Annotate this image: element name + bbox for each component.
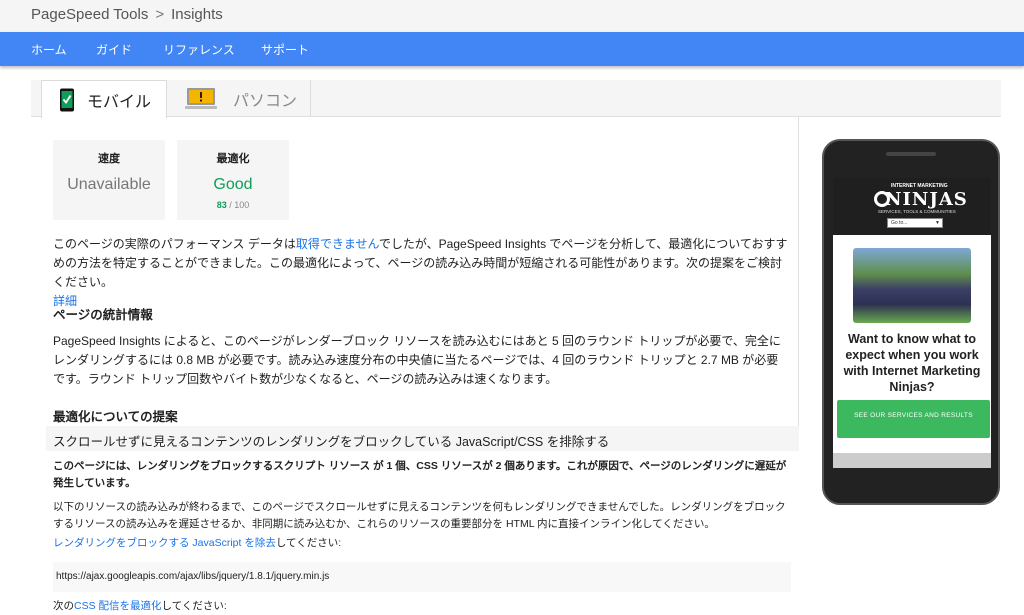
preview-headline: Want to know what to expect when you wor… [843, 332, 981, 394]
css-instruction: 次のCSS 配信を最適化してください: [53, 598, 793, 615]
preview-goto-label: Go to... [891, 220, 908, 226]
rule-block: スクロールせずに見えるコンテンツのレンダリングをブロックしている JavaScr… [46, 426, 799, 612]
optimization-score-max: / 100 [226, 200, 250, 210]
js-resource-url: https://ajax.googleapis.com/ajax/libs/jq… [53, 562, 791, 592]
breadcrumb: PageSpeed Tools > Insights [31, 6, 223, 23]
optimization-value: Good [213, 176, 253, 193]
js-instruction: レンダリングをブロックする JavaScript を除去してください: [53, 535, 793, 552]
tab-mobile-label: モバイル [87, 93, 152, 111]
optimization-score-number: 83 [216, 200, 227, 210]
nav-home[interactable]: ホーム [31, 41, 67, 58]
results-panel: 速度 Unavailable 最適化 Good 83 / 100 このページの実… [31, 117, 799, 612]
breadcrumb-bar: PageSpeed Tools > Insights [0, 0, 1024, 32]
tab-desktop[interactable]: パソコン [173, 80, 311, 117]
breadcrumb-current: Insights [171, 6, 223, 23]
optimization-score-card: 最適化 Good 83 / 100 [177, 140, 289, 220]
tab-desktop-label: パソコン [233, 92, 298, 110]
optimization-score: 83 / 100 [177, 200, 289, 210]
rule-title[interactable]: スクロールせずに見えるコンテンツのレンダリングをブロックしている JavaScr… [53, 431, 609, 450]
rule-body: このページには、レンダリングをブロックするスクリプト リソース が 1 個、CS… [46, 451, 799, 612]
tab-mobile[interactable]: モバイル [41, 80, 167, 118]
optimization-title: 最適化 [216, 153, 250, 165]
mobile-check-icon [60, 88, 74, 111]
chevron-down-icon: ▼ [935, 220, 940, 226]
remove-js-link[interactable]: レンダリングをブロックする JavaScript を除去 [53, 537, 276, 549]
phone-frame: INTERNET MARKETING NINJAS SERVICES, TOOL… [822, 139, 1000, 505]
rule-explanation: 以下のリソースの読み込みが終わるまで、このページでスクロールせずに見えるコンテン… [53, 501, 786, 530]
nav-guide[interactable]: ガイド [96, 41, 132, 58]
breadcrumb-root[interactable]: PageSpeed Tools [31, 6, 148, 23]
top-nav: ホーム ガイド リファレンス サポート [0, 32, 1024, 66]
preview-goto-select: Go to... ▼ [887, 218, 943, 228]
stats-heading: ページの統計情報 [53, 308, 153, 322]
preview-panel: INTERNET MARKETING NINJAS SERVICES, TOOL… [800, 117, 1024, 604]
speed-score-card: 速度 Unavailable [53, 140, 165, 220]
css-instruction-prefix: 次の [53, 600, 74, 612]
phone-speaker [886, 152, 936, 156]
css-instruction-rest: してください: [161, 600, 227, 612]
breadcrumb-separator: > [155, 6, 165, 23]
preview-brand-sub: SERVICES, TOOLS & COMMUNITIES [878, 209, 956, 214]
preview-brand: NINJAS [885, 189, 968, 210]
js-instruction-rest: してください: [275, 537, 342, 549]
speed-value: Unavailable [67, 176, 151, 193]
speed-title: 速度 [98, 153, 120, 165]
nav-reference[interactable]: リファレンス [163, 41, 235, 58]
rule-summary: このページには、レンダリングをブロックするスクリプト リソース が 1 個、CS… [53, 460, 787, 489]
preview-header: INTERNET MARKETING NINJAS SERVICES, TOOL… [833, 178, 991, 235]
stats-paragraph: PageSpeed Insights によると、このページがレンダーブロック リ… [53, 334, 781, 386]
suggestions-heading: 最適化についての提案 [53, 410, 178, 424]
preview-footer [833, 453, 991, 468]
preview-cta-button: SEE OUR SERVICES AND RESULTS [837, 400, 990, 438]
nav-support[interactable]: サポート [261, 41, 309, 58]
desktop-warning-icon [185, 87, 217, 109]
phone-screen-preview: INTERNET MARKETING NINJAS SERVICES, TOOL… [833, 178, 991, 468]
team-photo [853, 248, 971, 323]
unavailable-link[interactable]: 取得できません [296, 237, 379, 251]
device-tabs: モバイル パソコン [31, 80, 1001, 118]
preview-cta-label: SEE OUR SERVICES AND RESULTS [854, 412, 973, 419]
optimize-css-link[interactable]: CSS 配信を最適化 [74, 600, 162, 612]
intro-text: このページの実際のパフォーマンス データは [53, 237, 296, 251]
intro-paragraph: このページの実際のパフォーマンス データは取得できませんでしたが、PageSpe… [53, 235, 788, 311]
